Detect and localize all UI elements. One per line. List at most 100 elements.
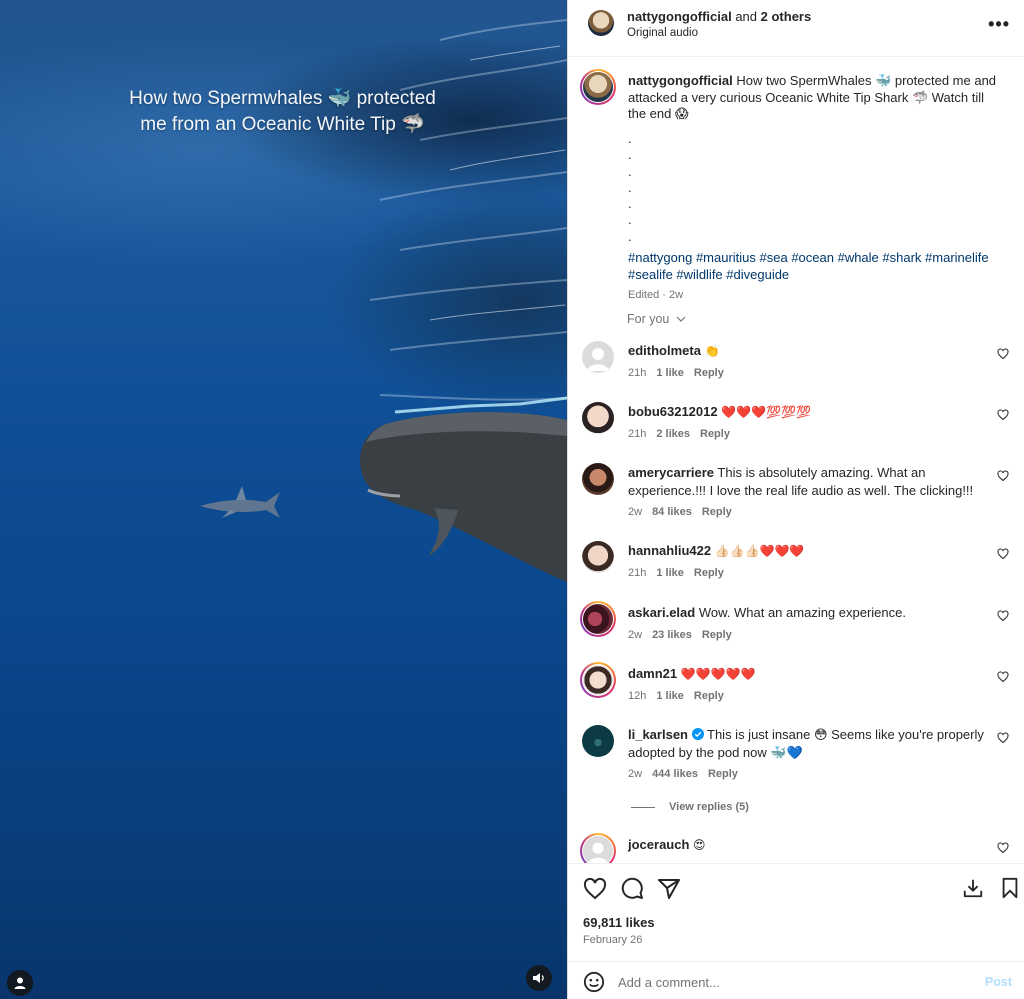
speaker-icon <box>533 973 544 983</box>
comment-time: 12h <box>628 690 647 702</box>
audio-link[interactable]: Original audio <box>627 27 698 39</box>
comment-time: 21h <box>628 367 647 379</box>
comments-list[interactable]: nattygongofficial How two SpermWhales 🐳 … <box>568 57 1024 863</box>
post-button[interactable]: Post <box>985 975 1012 989</box>
overlay-line-1: How two Spermwhales 🐳 protected <box>129 88 436 109</box>
comment-avatar[interactable] <box>582 402 614 434</box>
likes-count[interactable]: 69,811 likes <box>583 915 655 930</box>
overlay-line-2: me from an Oceanic White Tip 🦈 <box>140 114 425 135</box>
smiley-icon[interactable] <box>583 971 605 993</box>
heart-icon[interactable] <box>997 610 1009 622</box>
person-icon <box>14 977 26 989</box>
heart-icon[interactable] <box>997 409 1009 421</box>
caption-dots: . . . . . . . <box>628 131 632 244</box>
comment-time: 2w <box>628 629 643 641</box>
view-replies-button[interactable]: View replies (5) <box>631 801 749 813</box>
instagram-post-view: How two Spermwhales 🐳 protected me from … <box>0 0 1024 999</box>
story-ring[interactable] <box>580 662 616 698</box>
comment-username[interactable]: amerycarriere <box>628 465 714 480</box>
reply-button[interactable]: Reply <box>694 567 724 579</box>
comment-body: bobu63212012 ❤️❤️❤️💯💯💯 <box>628 403 988 422</box>
and-text: and <box>731 9 761 24</box>
video-caption-overlay: How two Spermwhales 🐳 protected me from … <box>110 86 455 138</box>
comment-body: askari.elad Wow. What an amazing experie… <box>628 604 988 622</box>
comment-body: editholmeta 👏 <box>628 342 988 361</box>
reply-button[interactable]: Reply <box>700 428 730 440</box>
caption-hashtags[interactable]: #nattygong #mauritius #sea #ocean #whale… <box>628 249 1003 283</box>
sort-label: For you <box>627 312 670 326</box>
author-username[interactable]: nattygongofficial <box>627 9 732 24</box>
heart-icon[interactable] <box>997 470 1009 482</box>
caption-text-block: nattygongofficial How two SpermWhales 🐳 … <box>628 73 1003 123</box>
post-details-panel: nattygongofficial and 2 others Original … <box>567 0 1024 999</box>
default-avatar-icon <box>587 348 609 371</box>
bookmark-icon[interactable] <box>999 877 1021 899</box>
caption-username[interactable]: nattygongofficial <box>628 73 733 88</box>
more-options-button[interactable]: ••• <box>988 14 1010 35</box>
video-player[interactable]: How two Spermwhales 🐳 protected me from … <box>0 0 567 999</box>
reply-button[interactable]: Reply <box>702 506 732 518</box>
heart-icon[interactable] <box>997 732 1009 744</box>
comment-avatar[interactable] <box>582 463 614 495</box>
author-line: nattygongofficial and 2 others <box>627 9 811 24</box>
surface-ripples <box>369 19 567 414</box>
tagged-users-button[interactable] <box>7 970 33 996</box>
reply-button[interactable]: Reply <box>694 367 724 379</box>
heart-icon[interactable] <box>997 348 1009 360</box>
comment-avatar[interactable] <box>582 341 614 373</box>
comment-text: 👏 <box>704 344 720 358</box>
comment-likes[interactable]: 1 like <box>656 367 684 379</box>
comment-avatar[interactable] <box>582 541 614 573</box>
comment-avatar <box>583 836 613 863</box>
comment-username[interactable]: jocerauch <box>628 837 689 852</box>
comment-username[interactable]: editholmeta <box>628 343 701 358</box>
sperm-whale <box>360 412 567 582</box>
comment-avatar[interactable] <box>582 725 614 757</box>
comment-username[interactable]: hannahliu422 <box>628 543 711 558</box>
comment-username[interactable]: askari.elad <box>628 605 695 620</box>
comment-likes[interactable]: 1 like <box>656 690 684 702</box>
mute-button[interactable] <box>526 965 552 991</box>
post-header: nattygongofficial and 2 others Original … <box>568 0 1024 57</box>
default-avatar-icon <box>588 842 608 863</box>
comment-meta: 2w 444 likes Reply <box>628 768 738 780</box>
caption-avatar-ring[interactable] <box>580 69 616 105</box>
heart-icon[interactable] <box>583 877 607 901</box>
comment-icon[interactable] <box>620 877 644 901</box>
reply-button[interactable]: Reply <box>702 629 732 641</box>
comment-likes[interactable]: 84 likes <box>652 506 692 518</box>
heart-icon[interactable] <box>997 842 1009 854</box>
reply-button[interactable]: Reply <box>708 768 738 780</box>
comment-meta: 21h 2 likes Reply <box>628 428 730 440</box>
download-icon[interactable] <box>962 877 984 899</box>
comment-username[interactable]: damn21 <box>628 666 677 681</box>
comment-time: 2w <box>628 768 643 780</box>
heart-icon[interactable] <box>997 671 1009 683</box>
collaborators-link[interactable]: 2 others <box>761 9 812 24</box>
add-comment-bar: Post <box>568 961 1024 999</box>
story-ring[interactable] <box>580 601 616 637</box>
comment-input[interactable] <box>618 971 968 993</box>
comment-text: ❤️❤️❤️❤️❤️ <box>680 667 756 681</box>
author-avatar[interactable] <box>588 10 614 36</box>
comment-body: amerycarriere This is absolutely amazing… <box>628 464 988 499</box>
comment-likes[interactable]: 1 like <box>656 567 684 579</box>
comment-text: Wow. What an amazing experience. <box>698 605 906 620</box>
comment-time: 2w <box>628 506 643 518</box>
replies-divider <box>631 806 655 808</box>
comment-sort-dropdown[interactable]: For you <box>627 312 686 326</box>
send-icon[interactable] <box>657 877 681 901</box>
comment-username[interactable]: li_karlsen <box>628 727 688 742</box>
comment-username[interactable]: bobu63212012 <box>628 404 718 419</box>
comment-body: damn21 ❤️❤️❤️❤️❤️ <box>628 665 988 684</box>
comment-avatar <box>583 604 613 634</box>
comment-likes[interactable]: 444 likes <box>652 768 698 780</box>
comment-likes[interactable]: 2 likes <box>656 428 690 440</box>
oceanic-white-tip-shark <box>200 486 280 518</box>
comment-meta: 12h 1 like Reply <box>628 690 724 702</box>
heart-icon[interactable] <box>997 548 1009 560</box>
verified-badge-icon <box>691 728 704 740</box>
reply-button[interactable]: Reply <box>694 690 724 702</box>
comment-likes[interactable]: 23 likes <box>652 629 692 641</box>
story-ring[interactable] <box>580 833 616 863</box>
